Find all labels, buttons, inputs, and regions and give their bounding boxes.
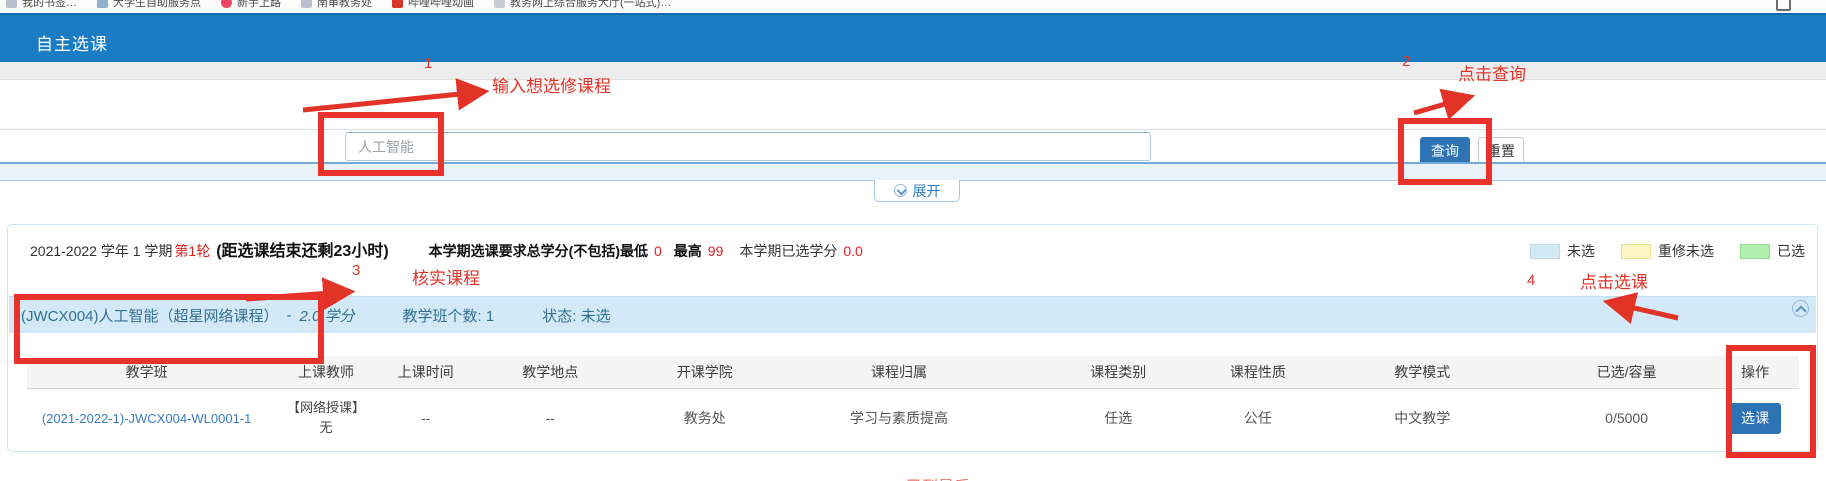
expand-label: 展开 <box>913 181 941 201</box>
reset-button[interactable]: 重置 <box>1478 137 1524 164</box>
selected-credits-value: 0.0 <box>843 243 862 259</box>
col-header: 教学地点 <box>466 362 635 382</box>
selection-panel: 2021-2022 学年 1 学期 第1轮 (距选课结束还剩23小时) 本学期选… <box>7 224 1818 452</box>
countdown-text: (距选课结束还剩23小时) <box>216 237 388 261</box>
bookmarks-overflow-icon[interactable] <box>1776 0 1791 11</box>
legend-item-unselected: 未选 <box>1530 241 1595 261</box>
table-row: (2021-2022-1)-JWCX004-WL0001-1 【网络授课】 无 … <box>27 389 1799 447</box>
annotation-text: 输入想选修课程 <box>492 72 611 97</box>
legend-item-retake: 重修未选 <box>1621 241 1714 261</box>
unselected-swatch <box>1530 244 1560 259</box>
annotation-number: 3 <box>352 262 360 279</box>
retake-swatch <box>1621 244 1651 259</box>
selected-swatch <box>1740 244 1770 259</box>
course-title: (JWCX004)人工智能（超星网络课程） <box>21 305 279 326</box>
bookmark-label: 南审教务处 <box>317 0 372 10</box>
col-header: 上课教师 <box>266 362 386 382</box>
bookmark-label: 我的书签… <box>22 0 77 10</box>
course-search-input[interactable] <box>345 132 1151 161</box>
col-header: 教学模式 <box>1303 362 1542 382</box>
site-icon <box>97 0 108 8</box>
capacity-cell: 0/5000 <box>1542 410 1711 426</box>
time-cell: -- <box>386 410 466 426</box>
annotation-number: 4 <box>1527 272 1535 289</box>
teacher-tag: 【网络授课】 <box>287 400 365 415</box>
toolbar-strip <box>0 62 1826 80</box>
col-header: 课程归属 <box>774 362 1023 382</box>
site-icon <box>301 0 312 8</box>
collapse-chevron-up-icon[interactable] <box>1792 300 1809 317</box>
expand-bar <box>0 162 1826 181</box>
class-count: 教学班个数: 1 <box>403 305 495 326</box>
round-text: 第1轮 <box>174 241 210 261</box>
browser-bookmarks-bar: 我的书签… 大学生自助服务点 新手上路 南审教务处 哔哩哔哩动画 教务网上综合服… <box>0 0 1826 13</box>
college-cell: 教务处 <box>635 408 775 428</box>
bookmark-item[interactable]: 哔哩哔哩动画 <box>392 0 474 10</box>
credit-max-label: 最高 <box>674 241 702 261</box>
bookmark-item[interactable]: 教务网上综合服务大厅(一站式)… <box>494 0 671 10</box>
divider <box>0 129 1826 130</box>
annotation-text: 核实课程 <box>412 264 480 289</box>
credit-min-value: 0 <box>654 243 662 259</box>
arrow-to-input <box>303 92 480 110</box>
annotation-number: 2 <box>1402 53 1410 70</box>
class-code-link[interactable]: (2021-2022-1)-JWCX004-WL0001-1 <box>42 411 252 426</box>
red-square-icon <box>392 0 403 8</box>
term-text: 2021-2022 学年 1 学期 <box>30 241 172 261</box>
col-header: 上课时间 <box>386 362 466 382</box>
annotation-text: 点击选课 <box>1580 268 1648 293</box>
bookmark-label: 教务网上综合服务大厅(一站式)… <box>510 0 671 10</box>
course-selection-page: 我的书签… 大学生自助服务点 新手上路 南审教务处 哔哩哔哩动画 教务网上综合服… <box>0 0 1826 481</box>
page-title: 自主选课 <box>36 30 108 55</box>
col-header: 课程类别 <box>1024 362 1213 382</box>
class-table: 教学班 上课教师 上课时间 教学地点 开课学院 课程归属 课程类别 课程性质 教… <box>27 356 1799 447</box>
legend-label: 重修未选 <box>1658 241 1714 261</box>
col-header: 操作 <box>1711 362 1799 382</box>
bookmark-item[interactable]: 我的书签… <box>6 0 77 10</box>
query-button[interactable]: 查询 <box>1420 137 1470 164</box>
category-cell: 任选 <box>1024 408 1213 428</box>
select-course-button[interactable]: 选课 <box>1729 403 1781 434</box>
teacher-cell: 【网络授课】 无 <box>266 398 386 438</box>
site-icon <box>6 0 17 8</box>
page-header: 自主选课 <box>0 13 1826 62</box>
place-cell: -- <box>466 410 635 426</box>
red-dot-icon <box>221 0 232 8</box>
bookmark-label: 大学生自助服务点 <box>113 0 201 10</box>
legend-label: 未选 <box>1567 241 1595 261</box>
legend-item-selected: 已选 <box>1740 241 1805 261</box>
col-header: 教学班 <box>27 362 266 382</box>
course-group-bar[interactable]: (JWCX004)人工智能（超星网络课程） - 2.0 学分 教学班个数: 1 … <box>9 296 1816 333</box>
legend-label: 已选 <box>1777 241 1805 261</box>
annotation-text: 点击查询 <box>1458 60 1526 85</box>
teacher-name: 无 <box>319 420 332 435</box>
credit-requirement-label: 本学期选课要求总学分(不包括)最低 <box>429 241 648 261</box>
annotation-number: 1 <box>424 55 432 72</box>
mode-cell: 中文教学 <box>1303 408 1542 428</box>
bookmark-label: 新手上路 <box>237 0 281 10</box>
table-header-row: 教学班 上课教师 上课时间 教学地点 开课学院 课程归属 课程类别 课程性质 教… <box>27 356 1799 389</box>
bookmark-item[interactable]: 新手上路 <box>221 0 281 10</box>
bookmark-item[interactable]: 南审教务处 <box>301 0 372 10</box>
nature-cell: 公任 <box>1213 408 1303 428</box>
col-header: 已选/容量 <box>1542 362 1711 382</box>
selected-credits-label: 本学期已选学分 <box>739 241 837 261</box>
expand-toggle[interactable]: 展开 <box>874 180 960 202</box>
status-legend: 未选 重修未选 已选 <box>1530 241 1805 261</box>
course-credits: 2.0 学分 <box>300 305 355 326</box>
end-of-list-note: 已到最后 <box>906 473 970 481</box>
col-header: 课程性质 <box>1213 362 1303 382</box>
belong-cell: 学习与素质提高 <box>774 408 1023 428</box>
col-header: 开课学院 <box>635 362 775 382</box>
credit-max-value: 99 <box>708 243 724 259</box>
arrow-to-query <box>1414 98 1466 113</box>
bookmark-item[interactable]: 大学生自助服务点 <box>97 0 201 10</box>
site-icon <box>494 0 505 8</box>
semester-info-row: 2021-2022 学年 1 学期 第1轮 (距选课结束还剩23小时) 本学期选… <box>30 237 863 261</box>
course-status: 状态: 未选 <box>542 305 610 326</box>
bookmark-label: 哔哩哔哩动画 <box>408 0 474 10</box>
course-separator: - <box>287 307 292 324</box>
chevron-down-icon <box>894 184 907 197</box>
